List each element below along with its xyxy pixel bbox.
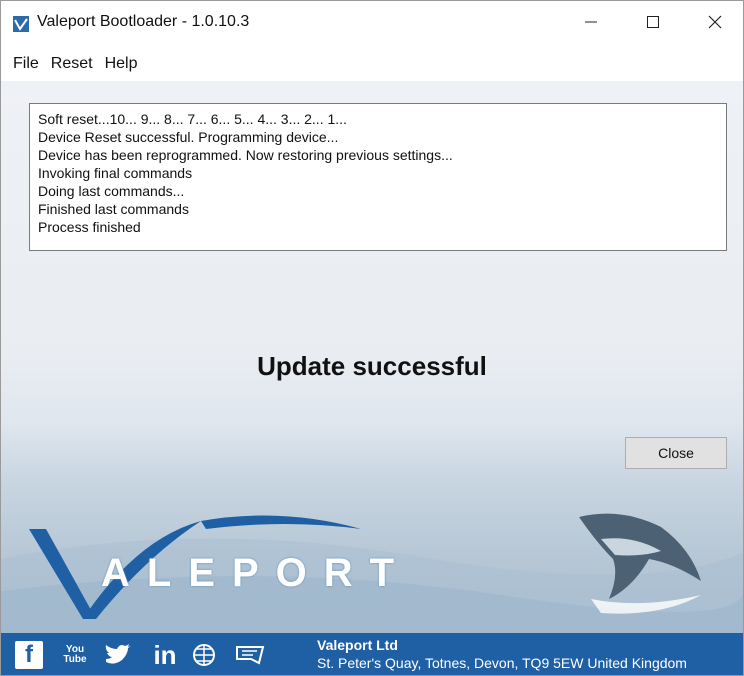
title-bar[interactable]: Valeport Bootloader - 1.0.10.3: [1, 1, 743, 43]
logo-text: ALEPORT: [101, 551, 412, 595]
log-line: Soft reset...10... 9... 8... 7... 6... 5…: [38, 111, 347, 127]
window-title: Valeport Bootloader - 1.0.10.3: [37, 13, 250, 30]
menu-reset[interactable]: Reset: [47, 51, 101, 77]
log-line: Device Reset successful. Programming dev…: [38, 129, 339, 145]
minimize-icon: [585, 21, 597, 23]
menu-file[interactable]: File: [1, 51, 47, 77]
facebook-icon[interactable]: f: [15, 641, 43, 669]
footer-bar: f You Tube in Valeport Ltd St. Peter's Q…: [1, 633, 743, 675]
log-output[interactable]: Soft reset...10... 9... 8... 7... 6... 5…: [29, 103, 727, 251]
valeport-app-icon: [13, 16, 29, 32]
log-line: Invoking final commands: [38, 165, 193, 181]
menu-help[interactable]: Help: [101, 51, 146, 77]
status-message: Update successful: [257, 351, 487, 381]
chat-icon[interactable]: [233, 641, 267, 669]
menu-bar: File Reset Help: [1, 51, 145, 77]
log-line: Doing last commands...: [38, 183, 185, 199]
company-name: Valeport Ltd: [317, 637, 398, 653]
linkedin-icon[interactable]: in: [147, 640, 183, 670]
minimize-button[interactable]: [567, 1, 615, 43]
youtube-bottom-text: Tube: [63, 654, 87, 665]
bootloader-window: Valeport Bootloader - 1.0.10.3 File Rese…: [0, 0, 744, 676]
log-line: Process finished: [38, 219, 141, 235]
log-line: Finished last commands: [38, 201, 189, 217]
close-window-button[interactable]: [691, 1, 739, 43]
log-line: Device has been reprogrammed. Now restor…: [38, 147, 453, 163]
maximize-button[interactable]: [629, 1, 677, 43]
close-icon: [708, 15, 722, 29]
company-address: St. Peter's Quay, Totnes, Devon, TQ9 5EW…: [317, 655, 687, 671]
close-button[interactable]: Close: [625, 437, 727, 469]
twitter-icon[interactable]: [103, 641, 133, 669]
website-icon[interactable]: [189, 641, 219, 669]
maximize-icon: [647, 16, 659, 28]
youtube-icon[interactable]: You Tube: [61, 641, 89, 669]
